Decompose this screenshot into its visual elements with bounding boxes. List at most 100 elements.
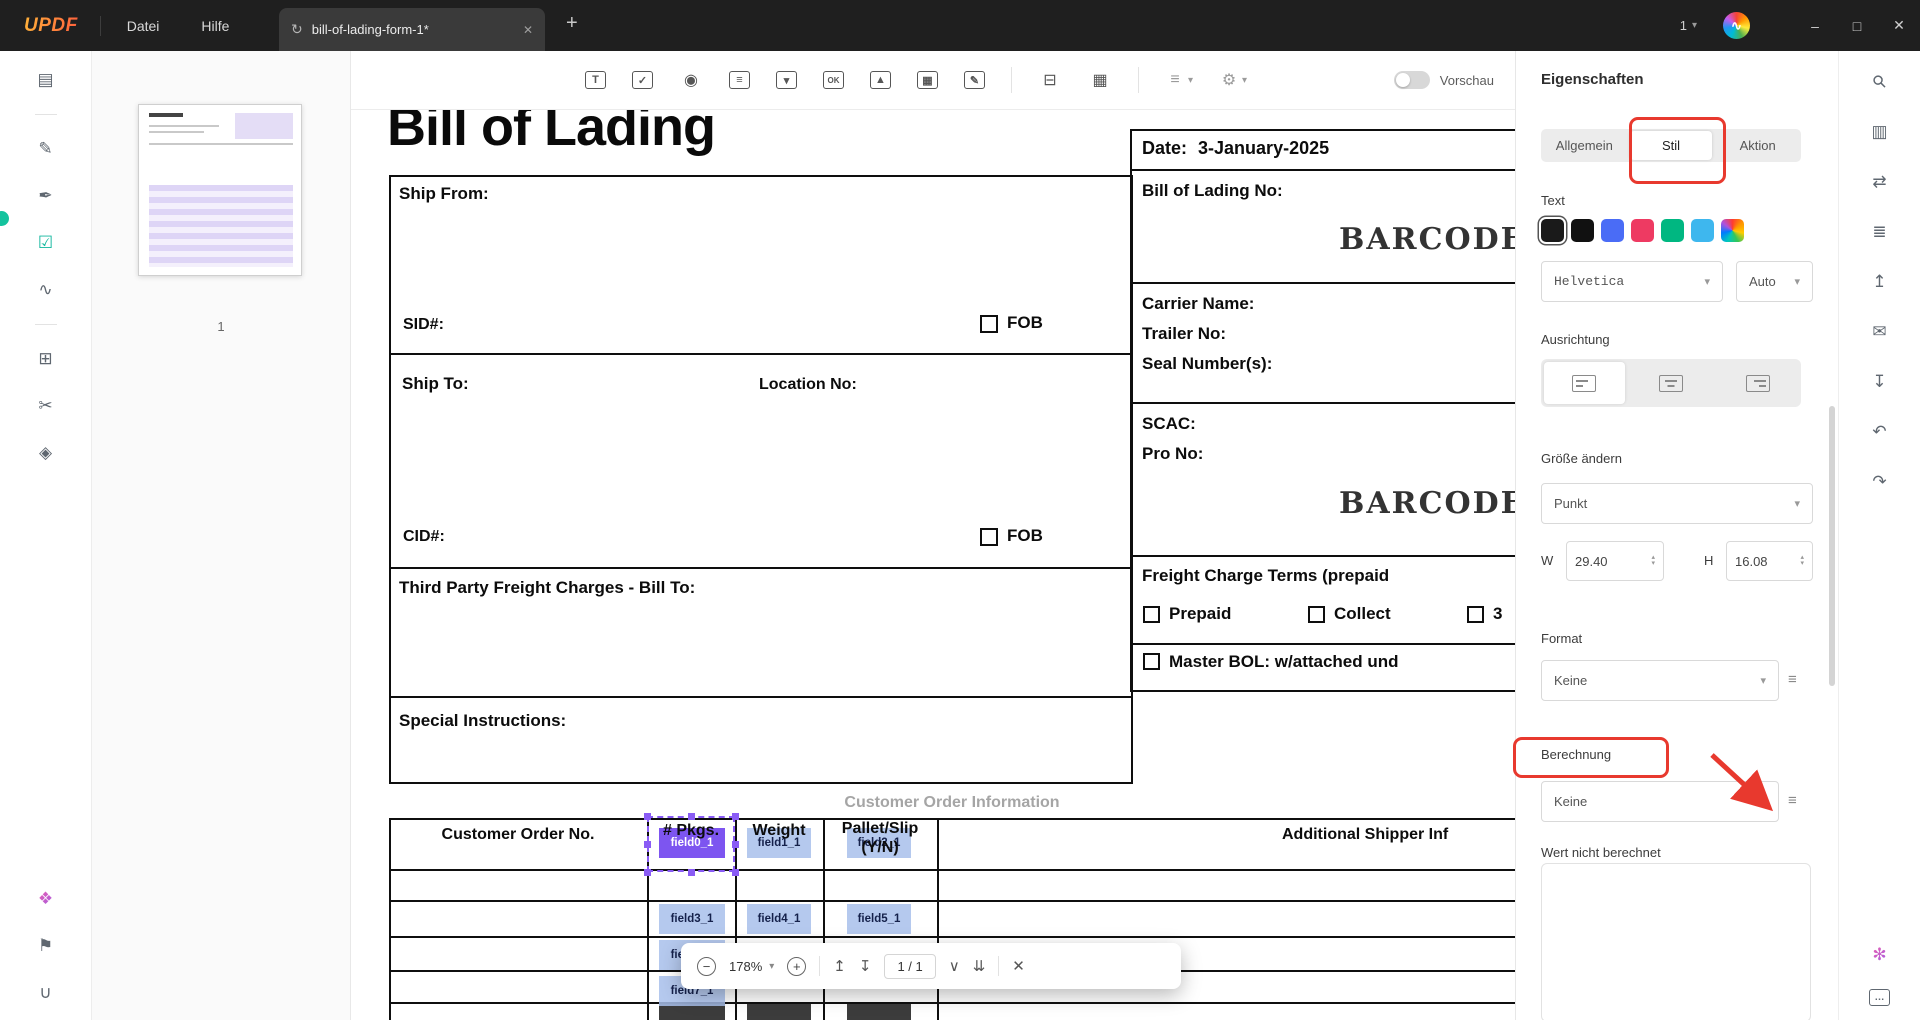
- maximize-button[interactable]: □: [1836, 0, 1878, 51]
- height-stepper[interactable]: 16.08: [1726, 541, 1813, 581]
- resize-unit-dropdown[interactable]: Punkt: [1541, 483, 1813, 524]
- last-page-button[interactable]: ⇊: [973, 957, 986, 975]
- summary-icon[interactable]: ≣: [1867, 219, 1893, 245]
- color-blue[interactable]: [1601, 219, 1624, 242]
- signature-icon[interactable]: ∿: [33, 277, 59, 303]
- selection-handle[interactable]: [644, 813, 651, 820]
- share-icon[interactable]: ↥: [1867, 269, 1893, 295]
- zoom-out-button[interactable]: −: [697, 956, 716, 976]
- selection-handle[interactable]: [732, 841, 739, 848]
- ai-assistant-icon[interactable]: ✻: [1867, 942, 1893, 968]
- selection-handle[interactable]: [732, 813, 739, 820]
- fob-checkbox-1[interactable]: [980, 315, 998, 333]
- comment-icon[interactable]: ✎: [33, 136, 59, 162]
- form-field-overlay[interactable]: field4_1: [747, 904, 811, 934]
- color-red[interactable]: [1631, 219, 1654, 242]
- assistant-handle[interactable]: [0, 211, 9, 226]
- tab-count-dropdown[interactable]: 1 ▾: [1680, 18, 1697, 33]
- button-field-tool[interactable]: OK: [823, 71, 844, 89]
- zoom-level[interactable]: 178%: [729, 959, 762, 974]
- page-indicator[interactable]: 1 / 1: [884, 953, 936, 979]
- grid-layout-tool[interactable]: ▦: [1088, 68, 1112, 92]
- convert-icon[interactable]: ⇄: [1867, 169, 1893, 195]
- color-cyan[interactable]: [1691, 219, 1714, 242]
- user-avatar[interactable]: [1723, 12, 1750, 39]
- pdf-page-canvas[interactable]: Bill of Lading Ship From: SID#: FOB Ship…: [351, 110, 1515, 1020]
- third-party-checkbox[interactable]: [1467, 606, 1484, 623]
- crop-icon[interactable]: ✂: [33, 393, 59, 419]
- form-tools-icon[interactable]: ☑: [33, 230, 59, 256]
- zoom-level-caret-icon[interactable]: ▾: [769, 961, 774, 972]
- radio-field-tool[interactable]: ◉: [679, 68, 703, 92]
- field-selection-outline[interactable]: [647, 816, 735, 872]
- align-fields-dropdown[interactable]: ≡: [1165, 68, 1193, 92]
- calculation-dropdown[interactable]: Keine: [1541, 781, 1779, 822]
- tab-close-icon[interactable]: ✕: [523, 23, 533, 37]
- distribute-fields-tool[interactable]: ⊟: [1038, 68, 1062, 92]
- menu-hilfe[interactable]: Hilfe: [201, 18, 229, 34]
- redo-icon[interactable]: ↷: [1867, 469, 1893, 495]
- read-mode-icon[interactable]: ▤: [33, 67, 59, 93]
- color-green[interactable]: [1661, 219, 1684, 242]
- format-dropdown[interactable]: Keine: [1541, 660, 1779, 701]
- attachment-icon[interactable]: ∪: [33, 980, 59, 1006]
- export-icon[interactable]: ↧: [1867, 369, 1893, 395]
- color-rainbow[interactable]: [1721, 219, 1744, 242]
- width-stepper[interactable]: 29.40: [1566, 541, 1664, 581]
- format-options-icon[interactable]: ≡: [1788, 671, 1797, 688]
- selection-handle[interactable]: [732, 869, 739, 876]
- minimize-button[interactable]: –: [1794, 0, 1836, 51]
- scroll-to-top-button[interactable]: ↥: [833, 957, 846, 975]
- page-thumbnail[interactable]: [138, 104, 302, 276]
- selection-handle[interactable]: [644, 841, 651, 848]
- new-tab-button[interactable]: +: [566, 12, 578, 35]
- date-field-tool[interactable]: ▦: [917, 71, 938, 89]
- next-page-button[interactable]: ∨: [949, 957, 960, 975]
- selection-handle[interactable]: [644, 869, 651, 876]
- field-settings-dropdown[interactable]: ⚙: [1219, 68, 1247, 92]
- stepper-arrows-icon[interactable]: [1800, 555, 1804, 567]
- checkbox-field-tool[interactable]: ✓: [632, 71, 653, 89]
- panel-scrollbar[interactable]: [1829, 406, 1835, 686]
- calculation-options-icon[interactable]: ≡: [1788, 792, 1797, 809]
- search-icon[interactable]: ⚲: [1861, 64, 1898, 101]
- text-field-tool[interactable]: T: [585, 71, 606, 89]
- close-window-button[interactable]: ✕: [1878, 0, 1920, 51]
- close-zoombar-button[interactable]: ✕: [1012, 957, 1025, 975]
- align-center-button[interactable]: [1631, 362, 1712, 404]
- organize-pages-icon[interactable]: ⊞: [33, 346, 59, 372]
- tab-allgemein[interactable]: Allgemein: [1543, 131, 1626, 160]
- list-box-tool[interactable]: ≡: [729, 71, 750, 89]
- document-tab[interactable]: ↻ bill-of-lading-form-1* ✕: [279, 8, 545, 51]
- ocr-icon[interactable]: ▥: [1867, 119, 1893, 145]
- stepper-arrows-icon[interactable]: [1651, 555, 1655, 567]
- fob-checkbox-2[interactable]: [980, 528, 998, 546]
- bookmark-icon[interactable]: ⚑: [33, 933, 59, 959]
- align-right-button[interactable]: [1717, 362, 1798, 404]
- undo-icon[interactable]: ↶: [1867, 419, 1893, 445]
- master-bol-checkbox[interactable]: [1143, 653, 1160, 670]
- selection-handle[interactable]: [688, 869, 695, 876]
- zoom-in-button[interactable]: +: [787, 956, 807, 976]
- feedback-icon[interactable]: …: [1869, 989, 1890, 1006]
- collect-checkbox[interactable]: [1308, 606, 1325, 623]
- selection-handle[interactable]: [688, 813, 695, 820]
- tab-stil[interactable]: Stil: [1629, 131, 1713, 160]
- prepaid-checkbox[interactable]: [1143, 606, 1160, 623]
- tab-aktion[interactable]: Aktion: [1716, 131, 1799, 160]
- signature-field-tool[interactable]: ✎: [964, 71, 985, 89]
- watermark-icon[interactable]: ◈: [33, 440, 59, 466]
- color-black-selected[interactable]: [1541, 219, 1564, 242]
- color-black[interactable]: [1571, 219, 1594, 242]
- scroll-to-bottom-button[interactable]: ↧: [859, 957, 872, 975]
- mail-icon[interactable]: ✉: [1867, 319, 1893, 345]
- menu-datei[interactable]: Datei: [127, 18, 160, 34]
- image-field-tool[interactable]: ▲: [870, 71, 891, 89]
- form-field-overlay[interactable]: field5_1: [847, 904, 911, 934]
- preview-toggle[interactable]: [1393, 71, 1430, 89]
- font-family-dropdown[interactable]: Helvetica: [1541, 261, 1723, 302]
- combo-box-tool[interactable]: ▾: [776, 71, 797, 89]
- layers-icon[interactable]: ❖: [33, 886, 59, 912]
- align-left-button[interactable]: [1544, 362, 1625, 404]
- form-field-overlay[interactable]: field3_1: [659, 904, 725, 934]
